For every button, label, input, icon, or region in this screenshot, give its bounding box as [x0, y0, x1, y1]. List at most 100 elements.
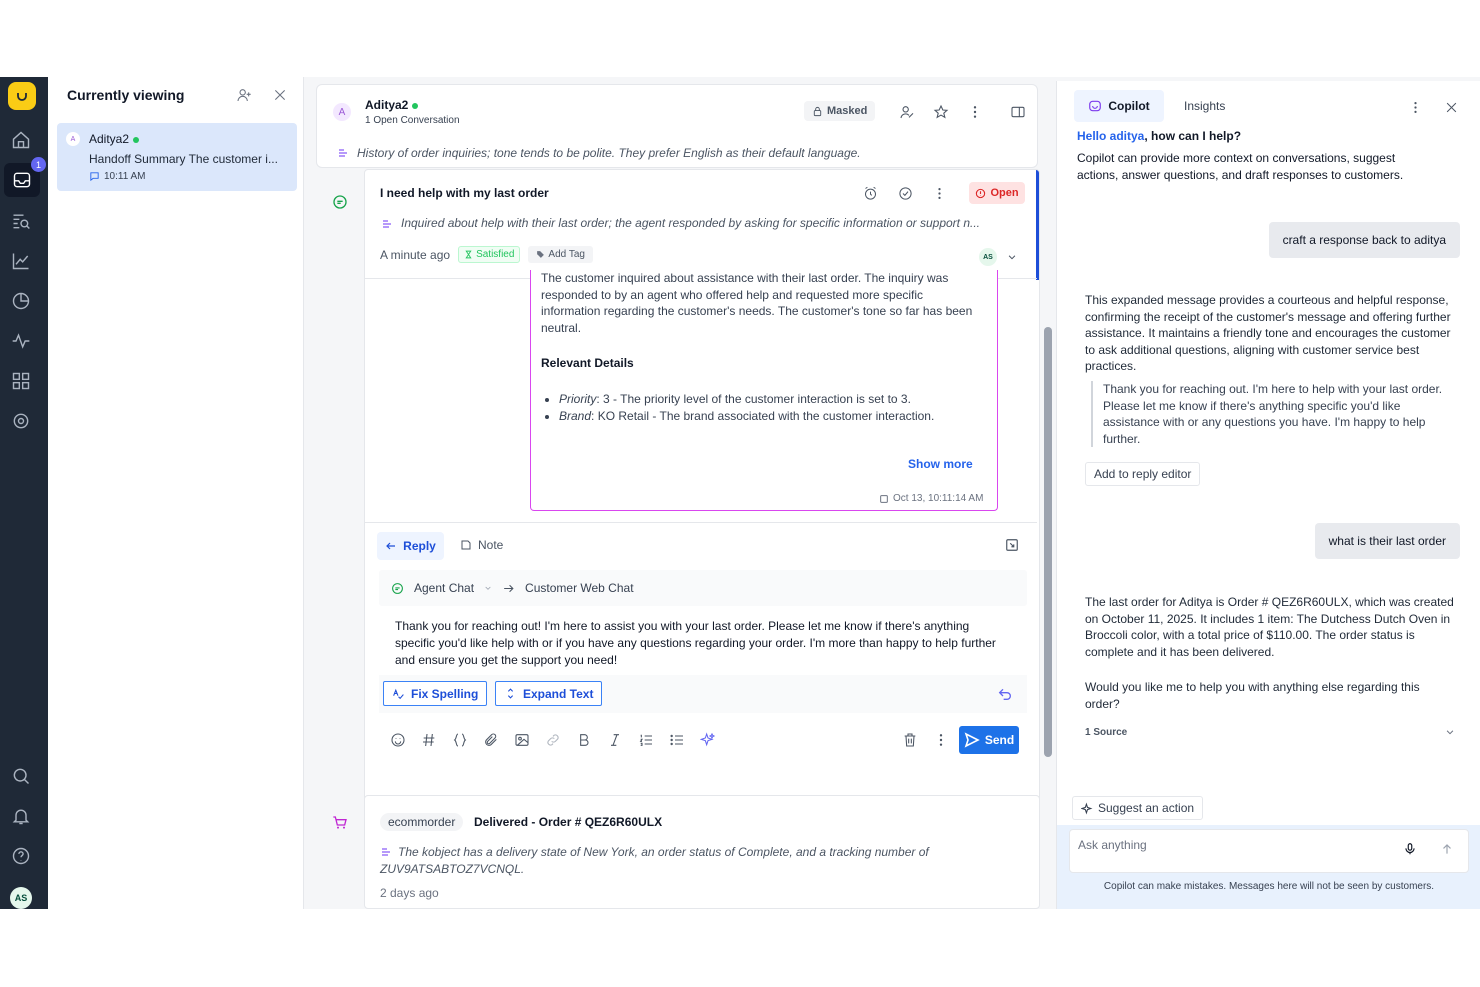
sources-toggle[interactable]: 1 Source [1085, 727, 1455, 738]
ai-summary-icon [383, 220, 391, 228]
help-icon[interactable] [10, 845, 32, 867]
reports-pie-icon[interactable] [10, 290, 32, 312]
add-user-icon[interactable] [234, 85, 254, 105]
search-icon[interactable] [10, 765, 32, 787]
online-status-dot [133, 136, 140, 143]
detail-item: Priority: 3 - The priority level of the … [559, 391, 989, 408]
image-icon[interactable] [513, 731, 531, 749]
send-button[interactable]: Send [959, 726, 1019, 754]
conversation-summary: Handoff Summary The customer i... [89, 152, 278, 166]
to-channel[interactable]: Customer Web Chat [525, 581, 634, 595]
settings-gear-icon[interactable] [10, 410, 32, 432]
lock-icon [813, 106, 822, 116]
more-vertical-icon[interactable] [1406, 98, 1424, 116]
order-event-card[interactable]: ecommorder Delivered - Order # QEZ6R60UL… [364, 795, 1040, 909]
copilot-disclaimer: Copilot can make mistakes. Messages here… [1103, 881, 1435, 892]
assign-user-icon[interactable] [897, 102, 917, 122]
inbox-icon[interactable]: 1 [4, 157, 46, 197]
ask-area: Copilot can make mistakes. Messages here… [1057, 825, 1480, 909]
tab-copilot[interactable]: Copilot [1074, 90, 1164, 122]
hashtag-icon[interactable] [420, 731, 438, 749]
sentiment-badge[interactable]: Satisfied [458, 246, 521, 263]
close-icon[interactable] [1442, 98, 1460, 116]
emoji-icon[interactable] [389, 731, 407, 749]
variables-braces-icon[interactable] [451, 731, 469, 749]
chat-channel-icon [392, 582, 403, 594]
italic-icon[interactable] [606, 731, 624, 749]
channel-selector[interactable]: Agent Chat Customer Web Chat [379, 570, 1027, 606]
app-window: 1 AS Currently viewing A Aditya2 Handoff… [0, 77, 1480, 909]
from-channel[interactable]: Agent Chat [414, 581, 474, 595]
arrow-right-icon [504, 584, 514, 592]
order-time: 2 days ago [380, 886, 439, 900]
apps-icon[interactable] [10, 370, 32, 392]
submit-arrow-up-icon[interactable] [1440, 842, 1454, 856]
drafted-reply-quote: Thank you for reaching out. I'm here to … [1091, 381, 1457, 447]
ai-summary-icon [339, 149, 347, 157]
conversation-scrollbar[interactable] [1044, 327, 1052, 757]
ai-sparkle-icon[interactable] [699, 731, 717, 749]
user-avatar[interactable]: AS [10, 887, 32, 909]
masked-badge[interactable]: Masked [804, 101, 876, 121]
suggest-action-button[interactable]: Suggest an action [1072, 796, 1204, 820]
search-list-icon[interactable] [10, 210, 32, 232]
undo-icon[interactable] [997, 686, 1013, 702]
add-tag-button[interactable]: Add Tag [528, 246, 593, 263]
app-logo[interactable] [8, 82, 36, 110]
fix-spelling-button[interactable]: Fix Spelling [383, 681, 488, 706]
ask-input[interactable] [1078, 838, 1378, 852]
delete-trash-icon[interactable] [901, 731, 919, 749]
expand-text-button[interactable]: Expand Text [495, 681, 603, 706]
snooze-alarm-icon[interactable] [861, 184, 879, 202]
open-conversations-count[interactable]: 1 Open Conversation [365, 115, 460, 126]
online-status-dot [412, 102, 419, 109]
reply-tab[interactable]: Reply [377, 532, 444, 560]
attachment-icon[interactable] [482, 731, 500, 749]
inquiry-text: Inquired about help with their last orde… [401, 216, 980, 230]
close-icon[interactable] [270, 85, 290, 105]
panel-title: Currently viewing [67, 87, 185, 103]
add-to-reply-editor-button[interactable]: Add to reply editor [1085, 462, 1201, 486]
note-tab[interactable]: Note [460, 538, 503, 552]
notifications-bell-icon[interactable] [10, 805, 32, 827]
viewing-conversation-card[interactable]: A Aditya2 Handoff Summary The customer i… [57, 123, 297, 191]
activity-icon[interactable] [10, 330, 32, 352]
show-more-link[interactable]: Show more [908, 457, 973, 471]
expand-editor-icon[interactable] [1005, 538, 1019, 552]
analytics-icon[interactable] [10, 250, 32, 272]
user-prompt-bubble: what is their last order [1314, 523, 1460, 559]
microphone-icon[interactable] [1403, 842, 1417, 856]
copilot-intro: Copilot can provide more context on conv… [1077, 151, 1404, 182]
send-label: Send [984, 733, 1015, 747]
relevant-details-heading: Relevant Details [541, 356, 634, 370]
ordered-list-icon[interactable] [637, 731, 655, 749]
chevron-down-icon [1446, 730, 1454, 735]
star-icon[interactable] [931, 102, 951, 122]
more-vertical-icon[interactable] [930, 184, 948, 202]
chevron-down-icon[interactable] [1007, 252, 1017, 262]
bold-icon[interactable] [575, 731, 593, 749]
event-type-tag: ecommorder [380, 813, 464, 831]
link-icon[interactable] [544, 731, 562, 749]
nav-rail: 1 AS [0, 77, 48, 909]
more-vertical-icon[interactable] [932, 731, 950, 749]
tag-icon [537, 251, 545, 258]
reply-draft-text[interactable]: Thank you for reaching out! I'm here to … [395, 618, 1010, 669]
tab-insights[interactable]: Insights [1184, 99, 1225, 113]
chevron-down-icon [485, 586, 491, 590]
customer-name[interactable]: Aditya2 [365, 98, 419, 112]
divider [365, 522, 1037, 523]
copilot-followup: Would you like me to help you with anyth… [1085, 680, 1420, 711]
handoff-timestamp: Oct 13, 10:11:14 AM [879, 493, 983, 504]
copilot-panel: Copilot Insights Hello aditya, how can I… [1056, 81, 1480, 909]
more-vertical-icon[interactable] [965, 102, 985, 122]
status-badge[interactable]: Open [969, 182, 1025, 204]
time-ago: A minute ago [380, 247, 451, 262]
selection-bar [1036, 170, 1039, 280]
bullet-list-icon[interactable] [668, 731, 686, 749]
toggle-sidepanel-icon[interactable] [1008, 102, 1028, 122]
assignee-avatar[interactable]: AS [979, 248, 997, 266]
home-icon[interactable] [10, 129, 32, 151]
greeting: Hello aditya, how can I help? [1077, 129, 1241, 143]
resolve-check-icon[interactable] [896, 184, 914, 202]
